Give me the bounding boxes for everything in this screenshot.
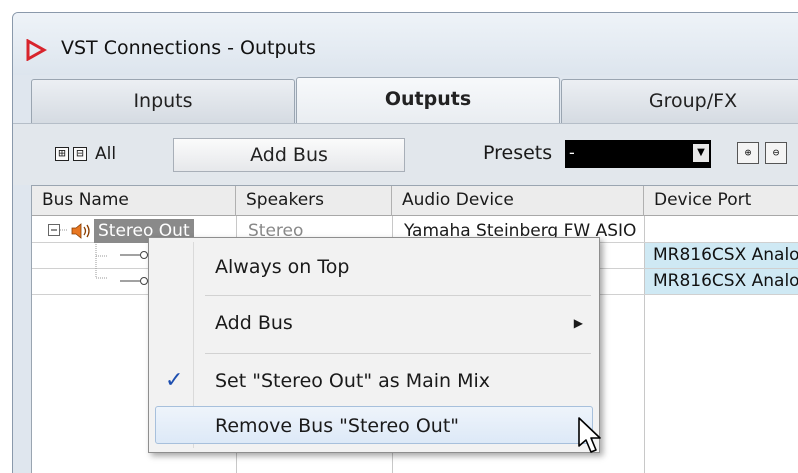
port-connector-icon bbox=[120, 251, 148, 259]
table-header: Bus Name Speakers Audio Device Device Po… bbox=[32, 186, 798, 216]
context-menu: Always on Top Add Bus ▶ ✓ Set "Stereo Ou… bbox=[148, 237, 600, 453]
tab-group-fx[interactable]: Group/FX bbox=[561, 79, 798, 123]
speaker-icon bbox=[71, 223, 90, 239]
menu-item-always-on-top[interactable]: Always on Top bbox=[149, 248, 599, 286]
menu-separator bbox=[205, 353, 591, 354]
remove-preset-icon[interactable]: ⊖ bbox=[765, 142, 787, 164]
menu-item-set-main-mix[interactable]: ✓ Set "Stereo Out" as Main Mix bbox=[149, 362, 599, 400]
column-header-speakers[interactable]: Speakers bbox=[236, 186, 392, 216]
app-logo-icon bbox=[26, 39, 47, 61]
menu-separator bbox=[205, 295, 591, 296]
presets-label: Presets bbox=[483, 142, 553, 164]
presets-value: - bbox=[569, 143, 575, 162]
column-header-audio-device[interactable]: Audio Device bbox=[392, 186, 644, 216]
device-port-cell[interactable]: MR816CSX Analog Out 2 bbox=[645, 269, 798, 294]
toolbar: ⊞ ⊟ All Add Bus Presets - ▼ ⊕ ⊖ bbox=[13, 123, 798, 185]
expand-all-icon[interactable]: ⊞ bbox=[55, 147, 69, 161]
all-label: All bbox=[95, 144, 117, 164]
column-header-device-port[interactable]: Device Port bbox=[644, 186, 798, 216]
mouse-cursor-icon bbox=[578, 417, 601, 453]
presets-dropdown[interactable]: - ▼ bbox=[565, 140, 711, 168]
menu-item-label: Set "Stereo Out" as Main Mix bbox=[215, 370, 491, 392]
tab-outputs[interactable]: Outputs bbox=[296, 77, 560, 123]
dropdown-arrow-icon: ▼ bbox=[693, 144, 709, 162]
device-port-cell[interactable]: MR816CSX Analog Out 1 bbox=[645, 243, 798, 268]
column-header-bus-name[interactable]: Bus Name bbox=[32, 186, 236, 216]
store-preset-icon[interactable]: ⊕ bbox=[737, 142, 759, 164]
title-bar[interactable]: VST Connections - Outputs bbox=[13, 13, 798, 75]
checkmark-icon: ✓ bbox=[165, 368, 184, 393]
menu-item-label: Always on Top bbox=[215, 256, 350, 278]
menu-item-remove-bus[interactable]: Remove Bus "Stereo Out" bbox=[155, 406, 593, 444]
collapse-all-icon[interactable]: ⊟ bbox=[73, 147, 87, 161]
menu-item-label: Remove Bus "Stereo Out" bbox=[215, 415, 460, 437]
menu-item-add-bus[interactable]: Add Bus ▶ bbox=[149, 304, 599, 342]
tab-strip: Inputs Outputs Group/FX bbox=[13, 77, 798, 123]
port-connector-icon bbox=[120, 277, 148, 285]
tab-inputs[interactable]: Inputs bbox=[31, 79, 295, 123]
submenu-arrow-icon: ▶ bbox=[573, 316, 583, 330]
add-bus-button[interactable]: Add Bus bbox=[173, 138, 405, 172]
menu-item-label: Add Bus bbox=[215, 312, 293, 334]
window-title: VST Connections - Outputs bbox=[61, 37, 316, 59]
